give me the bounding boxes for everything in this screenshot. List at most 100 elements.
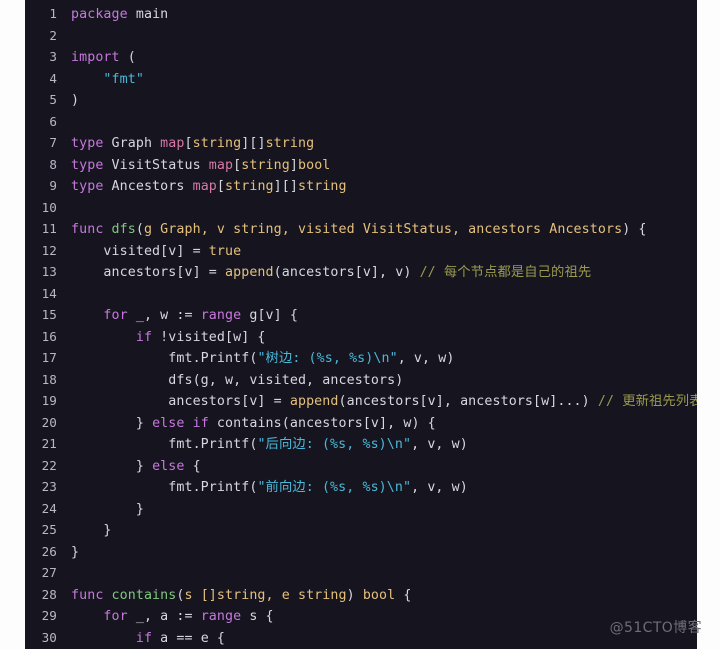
- code-token: "fmt": [103, 71, 144, 87]
- code-token: [: [184, 136, 193, 151]
- code-line[interactable]: 11 func dfs(g Graph, v string, visited Vi…: [25, 218, 697, 240]
- code-line[interactable]: 21 fmt.Printf("后向边: (%s, %s)\n", v, w): [25, 433, 697, 455]
- code-token: string: [225, 179, 274, 194]
- line-number: 23: [41, 479, 57, 494]
- line-number: 22: [41, 457, 57, 473]
- line-content[interactable]: visited[v] = true: [71, 244, 241, 259]
- code-token: append: [289, 394, 339, 409]
- line-number: 2: [49, 27, 57, 43]
- code-line[interactable]: 8 type VisitStatus map[string]bool: [25, 154, 697, 176]
- code-line[interactable]: 6: [25, 111, 697, 133]
- line-content[interactable]: for _, a := range s {: [71, 609, 274, 624]
- code-line[interactable]: 16 if !visited[w] {: [25, 326, 697, 348]
- code-token: }: [71, 501, 144, 517]
- line-content[interactable]: } else if contains(ancestors[v], w) {: [71, 416, 436, 431]
- code-token: (: [135, 222, 144, 237]
- line-content[interactable]: }: [71, 502, 144, 517]
- code-token: {: [395, 587, 412, 603]
- code-token: s []string, e string: [184, 587, 347, 603]
- line-content[interactable]: func contains(s []string, e string) bool…: [71, 588, 411, 603]
- code-token: map: [208, 157, 234, 173]
- code-token: map: [160, 136, 185, 151]
- code-line[interactable]: 29 for _, a := range s {: [25, 605, 697, 627]
- code-line[interactable]: 25 }: [25, 519, 697, 541]
- code-token: (ancestors[v], ancestors[w]...): [338, 394, 598, 409]
- line-content[interactable]: ): [71, 93, 79, 108]
- code-token: fmt.Printf(: [71, 480, 258, 495]
- code-token: VisitStatus: [103, 157, 209, 173]
- code-line[interactable]: 20 } else if contains(ancestors[v], w) {: [25, 412, 697, 434]
- line-content[interactable]: dfs(g, w, visited, ancestors): [71, 373, 403, 388]
- line-content[interactable]: ancestors[v] = append(ancestors[v], ance…: [71, 394, 697, 409]
- code-line[interactable]: 22 } else {: [25, 455, 697, 477]
- code-token: ]: [289, 157, 298, 173]
- code-token: }: [71, 544, 80, 560]
- line-content[interactable]: type VisitStatus map[string]bool: [71, 158, 330, 173]
- code-line[interactable]: 19 ancestors[v] = append(ancestors[v], a…: [25, 390, 697, 412]
- code-line[interactable]: 13 ancestors[v] = append(ancestors[v], v…: [25, 261, 697, 283]
- code-line[interactable]: 24 }: [25, 498, 697, 520]
- line-content[interactable]: }: [71, 545, 79, 560]
- code-line[interactable]: 12 visited[v] = true: [25, 240, 697, 262]
- line-number: 11: [41, 221, 57, 236]
- code-token: {: [184, 458, 201, 474]
- line-content[interactable]: fmt.Printf("后向边: (%s, %s)\n", v, w): [71, 437, 468, 452]
- line-number: 8: [49, 156, 57, 172]
- code-line[interactable]: 7 type Graph map[string][]string: [25, 132, 697, 154]
- line-content[interactable]: if a == e {: [71, 631, 225, 646]
- code-token: type: [71, 157, 104, 173]
- line-content[interactable]: for _, w := range g[v] {: [71, 308, 298, 323]
- line-number: 30: [41, 629, 57, 645]
- line-content[interactable]: func dfs(g Graph, v string, visited Visi…: [71, 222, 647, 237]
- code-line[interactable]: 14: [25, 283, 697, 305]
- code-line[interactable]: 5): [25, 89, 697, 111]
- line-number: 26: [41, 543, 57, 559]
- code-lines-container[interactable]: 1 package main 2 3 import (4 "fmt" 5) 6 7 type G…: [25, 0, 697, 648]
- line-content[interactable]: ancestors[v] = append(ancestors[v], v) /…: [71, 265, 591, 280]
- line-content[interactable]: package main: [71, 7, 168, 22]
- code-token: true: [208, 243, 242, 259]
- code-token: _, a :=: [127, 609, 201, 624]
- line-content[interactable]: } else {: [71, 459, 201, 474]
- line-content[interactable]: fmt.Printf("树边: (%s, %s)\n", v, w): [71, 351, 454, 366]
- code-line[interactable]: 28 func contains(s []string, e string) bo…: [25, 584, 697, 606]
- line-content[interactable]: type Ancestors map[string][]string: [71, 179, 347, 194]
- line-content[interactable]: type Graph map[string][]string: [71, 136, 314, 151]
- line-number: 27: [41, 565, 57, 580]
- code-token: ): [346, 587, 363, 603]
- code-line[interactable]: 18 dfs(g, w, visited, ancestors): [25, 369, 697, 391]
- code-line[interactable]: 9 type Ancestors map[string][]string: [25, 175, 697, 197]
- code-line[interactable]: 10: [25, 197, 697, 219]
- code-token: , v, w): [397, 351, 455, 366]
- code-line[interactable]: 3 import (: [25, 46, 697, 68]
- code-editor[interactable]: 1 package main 2 3 import (4 "fmt" 5) 6 7 type G…: [25, 0, 697, 649]
- line-content[interactable]: }: [71, 523, 112, 538]
- code-line[interactable]: 1 package main: [25, 3, 697, 25]
- watermark-label: @51CTO博客: [609, 620, 702, 636]
- code-token: // 每个节点都是自己的祖先: [419, 265, 592, 280]
- code-line[interactable]: 17 fmt.Printf("树边: (%s, %s)\n", v, w): [25, 347, 697, 369]
- code-line[interactable]: 27: [25, 562, 697, 584]
- code-line[interactable]: 15 for _, w := range g[v] {: [25, 304, 697, 326]
- code-token: range: [200, 609, 242, 624]
- line-number: 21: [41, 436, 57, 451]
- line-content[interactable]: fmt.Printf("前向边: (%s, %s)\n", v, w): [71, 480, 468, 495]
- code-token: string: [241, 157, 290, 173]
- code-token: main: [135, 7, 169, 22]
- code-line[interactable]: 26}: [25, 541, 697, 563]
- line-number: 18: [41, 371, 57, 387]
- code-line[interactable]: 2: [25, 25, 697, 47]
- line-content[interactable]: if !visited[w] {: [71, 330, 266, 345]
- code-line[interactable]: 23 fmt.Printf("前向边: (%s, %s)\n", v, w): [25, 476, 697, 498]
- line-content[interactable]: import (: [71, 50, 136, 65]
- line-content[interactable]: "fmt": [71, 72, 144, 87]
- code-line[interactable]: 4 "fmt": [25, 68, 697, 90]
- code-line[interactable]: 30 if a == e {: [25, 627, 697, 649]
- code-token: , v, w): [411, 480, 468, 495]
- code-token: Ancestors: [103, 179, 193, 194]
- line-number: 28: [41, 586, 57, 602]
